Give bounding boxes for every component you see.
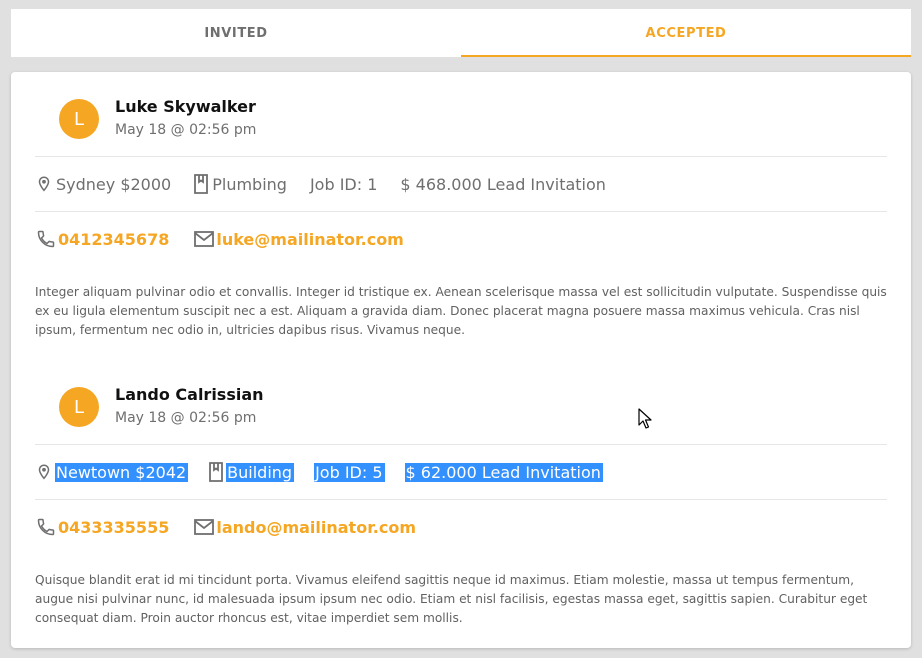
lead-description: Integer aliquam pulvinar odio et convall… [35,285,887,337]
category-item: Plumbing [193,174,289,194]
lead-value-text: $ 62.000 Lead Invitation [404,462,603,482]
email-text: luke@mailinator.com [216,229,404,249]
avatar: L [59,387,99,427]
location-text: Newtown $2042 [55,462,189,482]
category-item: Building [208,462,295,482]
email-link[interactable]: luke@mailinator.com [193,230,404,249]
phone-text: 0433335555 [58,517,170,537]
lead-header: L Lando Calrissian May 18 @ 02:56 pm [35,360,887,445]
mouse-cursor-icon [638,408,652,429]
leads-card: L Luke Skywalker May 18 @ 02:56 pm Sydne… [11,72,911,648]
mail-icon [194,231,215,247]
job-id-text: Job ID: 1 [309,174,378,194]
category-text: Plumbing [212,174,287,194]
email-text: lando@mailinator.com [216,517,417,537]
lead-value-text: $ 468.000 Lead Invitation [400,174,606,194]
bookmark-icon [194,174,209,194]
lead-header: L Luke Skywalker May 18 @ 02:56 pm [35,72,887,157]
location-pin-icon [38,464,50,480]
category-text: Building [226,462,295,482]
lead-name: Lando Calrissian [115,385,264,404]
avatar: L [59,99,99,139]
job-id-text: Job ID: 5 [314,462,385,482]
email-link[interactable]: lando@mailinator.com [193,518,416,537]
phone-text: 0412345678 [58,229,170,249]
lead-name: Luke Skywalker [115,97,256,116]
bookmark-icon [209,462,224,482]
mail-icon [194,519,215,535]
contact-row: 0412345678 luke@mailinator.com [35,212,887,266]
lead-meta-row: Newtown $2042 Building Job ID: 5 $ 62.00… [35,445,887,500]
lead-value-item: $ 468.000 Lead Invitation [399,175,608,194]
location-item: Sydney $2000 [35,174,173,194]
job-id-item: Job ID: 1 [309,175,379,194]
location-pin-icon [38,176,50,192]
lead-value-item: $ 62.000 Lead Invitation [404,462,603,482]
phone-link[interactable]: 0433335555 [35,517,169,537]
tab-accepted[interactable]: ACCEPTED [461,9,911,57]
phone-link[interactable]: 0412345678 [35,229,169,249]
contact-row: 0433335555 lando@mailinator.com [35,500,887,554]
phone-icon [37,518,55,536]
tab-invited[interactable]: INVITED [11,9,461,57]
lead-entry: L Lando Calrissian May 18 @ 02:56 pm New… [35,360,887,628]
tab-bar: INVITED ACCEPTED [11,9,911,57]
lead-description: Quisque blandit erat id mi tincidunt por… [35,573,868,625]
location-item: Newtown $2042 [35,462,189,482]
lead-date: May 18 @ 02:56 pm [115,410,257,426]
lead-entry: L Luke Skywalker May 18 @ 02:56 pm Sydne… [35,72,887,340]
lead-date: May 18 @ 02:56 pm [115,122,257,138]
phone-icon [37,230,55,248]
location-text: Sydney $2000 [56,174,172,194]
job-id-item: Job ID: 5 [314,462,385,482]
lead-meta-row: Sydney $2000 Plumbing Job ID: 1 $ 468.00… [35,157,887,212]
